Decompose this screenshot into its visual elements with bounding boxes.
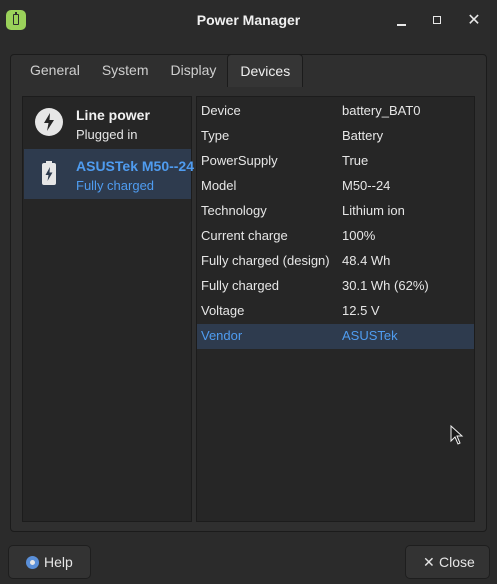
property-value: Battery	[342, 128, 384, 143]
device-name: Line power	[76, 107, 150, 123]
table-row[interactable]: Fully charged (design) 48.4 Wh	[197, 249, 474, 274]
battery-icon	[35, 159, 63, 187]
property-key: Device	[201, 103, 241, 118]
device-status: Plugged in	[76, 127, 138, 142]
property-key: PowerSupply	[201, 153, 278, 168]
window-title: Power Manager	[196, 12, 301, 28]
table-row[interactable]: Current charge 100%	[197, 224, 474, 249]
device-name: ASUSTek M50--24	[76, 158, 195, 174]
property-key: Fully charged	[201, 278, 280, 293]
close-x-icon: ✕	[423, 554, 435, 570]
property-key: Fully charged (design)	[201, 253, 330, 268]
property-key: Vendor	[201, 328, 243, 343]
close-button[interactable]: ✕ Close	[405, 545, 490, 579]
property-key: Current charge	[201, 228, 288, 243]
tab-system[interactable]: System	[91, 54, 160, 86]
help-icon	[26, 556, 39, 569]
property-value: battery_BAT0	[342, 103, 421, 118]
property-value: M50--24	[342, 178, 391, 193]
table-row[interactable]: PowerSupply True	[197, 149, 474, 174]
property-key: Voltage	[201, 303, 245, 318]
tab-bar: General System Display Devices	[10, 54, 304, 87]
table-row[interactable]: Type Battery	[197, 124, 474, 149]
property-key: Type	[201, 128, 230, 143]
property-value: 48.4 Wh	[342, 253, 391, 268]
table-row[interactable]: Device battery_BAT0	[197, 99, 474, 124]
mouse-cursor-icon	[450, 425, 464, 445]
table-row[interactable]: Technology Lithium ion	[197, 199, 474, 224]
tab-general[interactable]: General	[10, 54, 91, 86]
lightning-icon	[35, 108, 63, 136]
close-button-label: Close	[439, 554, 475, 570]
maximize-icon[interactable]	[428, 11, 448, 31]
property-key: Model	[201, 178, 237, 193]
minimize-icon[interactable]	[392, 11, 412, 31]
table-row[interactable]: Model M50--24	[197, 174, 474, 199]
table-row[interactable]: Fully charged 30.1 Wh (62%)	[197, 274, 474, 299]
title-bar[interactable]: Power Manager ✕	[0, 0, 497, 42]
properties-table[interactable]: Device battery_BAT0 Type Battery PowerSu…	[196, 96, 475, 522]
property-value: True	[342, 153, 369, 168]
property-key: Technology	[201, 203, 267, 218]
tab-devices[interactable]: Devices	[227, 54, 304, 87]
device-item-battery[interactable]: ASUSTek M50--24 Fully charged	[24, 149, 195, 199]
property-value: ASUSTek	[342, 328, 398, 343]
tab-display[interactable]: Display	[160, 54, 228, 86]
property-value: 100%	[342, 228, 376, 243]
power-manager-window: Power Manager ✕ General System Display D…	[0, 0, 497, 584]
property-value: Lithium ion	[342, 203, 405, 218]
help-button[interactable]: Help	[8, 545, 91, 579]
table-row-selected[interactable]: Vendor ASUSTek	[197, 324, 474, 349]
property-value: 30.1 Wh (62%)	[342, 278, 429, 293]
help-button-label: Help	[44, 554, 73, 570]
device-item-line-power[interactable]: Line power Plugged in	[24, 98, 191, 148]
close-icon[interactable]: ✕	[464, 11, 484, 31]
device-status: Fully charged	[76, 178, 155, 193]
table-row[interactable]: Voltage 12.5 V	[197, 299, 474, 324]
device-list[interactable]: Line power Plugged in ASUSTek M50--24 Fu…	[22, 96, 195, 522]
property-value: 12.5 V	[342, 303, 380, 318]
